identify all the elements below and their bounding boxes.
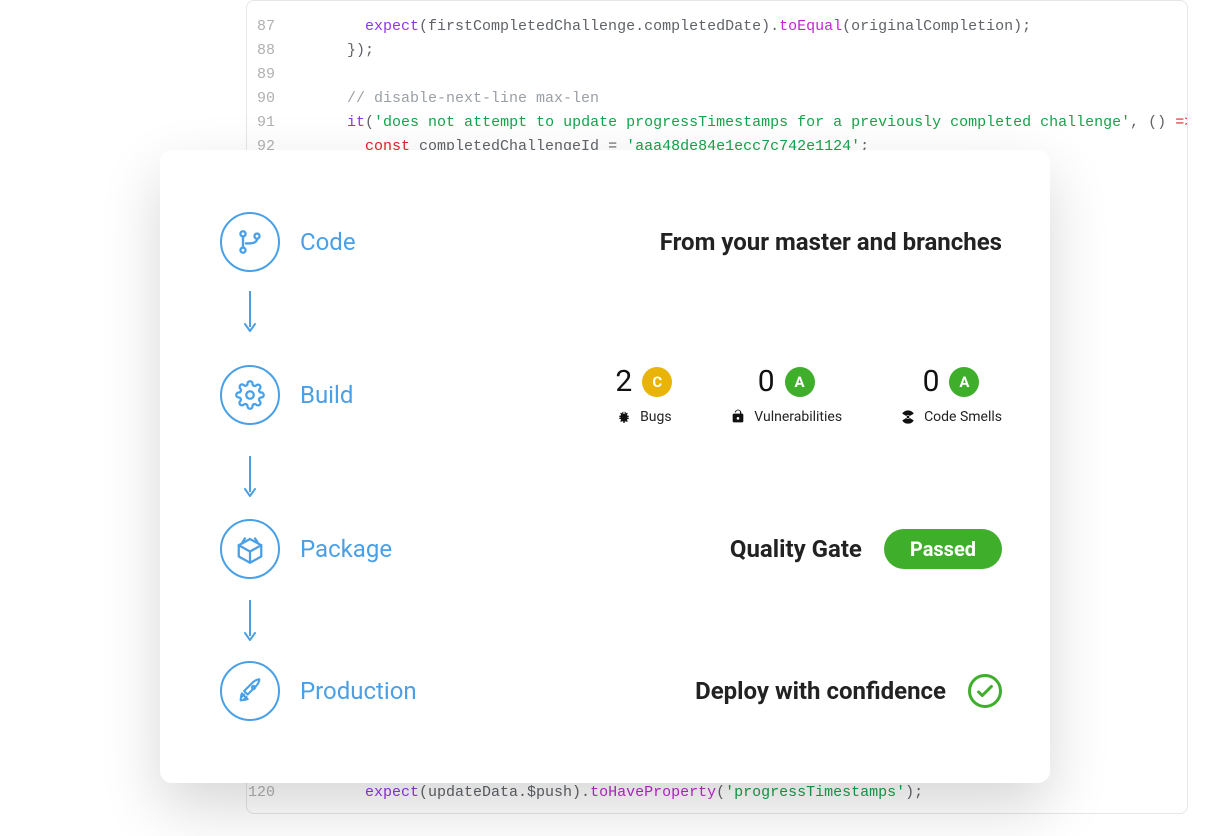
radiation-icon	[900, 409, 916, 425]
quality-gate-status: Passed	[884, 529, 1002, 569]
stage-build: Build 2CBugs0AVulnerabilities0ACode Smel…	[200, 338, 1002, 451]
check-icon	[968, 674, 1002, 708]
code-line: 91 it('does not attempt to update progre…	[247, 111, 1187, 135]
rating-badge: A	[785, 367, 815, 397]
code-line: 88 });	[247, 39, 1187, 63]
pipeline-card: Code From your master and branches Build…	[160, 150, 1050, 783]
metric: 2C Bugs	[615, 364, 672, 425]
code-line: 90 // disable-next-line max-len	[247, 87, 1187, 111]
production-tagline: Deploy with confidence	[695, 677, 946, 705]
code-tagline: From your master and branches	[660, 228, 1002, 256]
code-line: 120 expect(updateData.$push).toHavePrope…	[247, 781, 1187, 805]
code-text: it('does not attempt to update progressT…	[293, 111, 1188, 135]
lock-open-icon	[730, 409, 746, 425]
arrow-down-icon	[200, 595, 300, 647]
gear-icon	[220, 365, 280, 425]
line-number: 89	[247, 63, 293, 87]
rocket-icon	[220, 661, 280, 721]
metric: 0A Code Smells	[900, 364, 1002, 425]
box-icon	[220, 519, 280, 579]
line-number: 91	[247, 111, 293, 135]
metric-label: Bugs	[616, 409, 672, 425]
line-number: 88	[247, 39, 293, 63]
code-line: 87 expect(firstCompletedChallenge.comple…	[247, 15, 1187, 39]
line-number: 87	[247, 15, 293, 39]
stage-code: Code From your master and branches	[200, 198, 1002, 286]
code-text: });	[293, 39, 374, 63]
arrow-down-icon	[200, 451, 300, 503]
metric-label: Vulnerabilities	[730, 409, 842, 425]
quality-gate-label: Quality Gate	[730, 535, 862, 563]
metric-count: 0	[758, 364, 775, 399]
metric-count: 2	[615, 364, 632, 399]
branch-icon	[220, 212, 280, 272]
code-block-top: 87 expect(firstCompletedChallenge.comple…	[247, 15, 1187, 159]
stage-title: Production	[300, 677, 480, 705]
rating-badge: A	[949, 367, 979, 397]
stage-title: Code	[300, 228, 480, 256]
build-metrics: 2CBugs0AVulnerabilities0ACode Smells	[480, 364, 1002, 425]
code-text: expect(updateData.$push).toHaveProperty(…	[293, 781, 923, 805]
code-text: expect(firstCompletedChallenge.completed…	[293, 15, 1031, 39]
arrow-down-icon	[200, 286, 300, 338]
rating-badge: C	[642, 367, 672, 397]
stage-production: Production Deploy with confidence	[200, 647, 1002, 735]
bug-icon	[616, 409, 632, 425]
code-text: // disable-next-line max-len	[293, 87, 599, 111]
metric: 0A Vulnerabilities	[730, 364, 842, 425]
stage-package: Package Quality Gate Passed	[200, 503, 1002, 595]
stage-title: Package	[300, 535, 480, 563]
code-line: 89	[247, 63, 1187, 87]
line-number: 90	[247, 87, 293, 111]
stage-title: Build	[300, 381, 480, 409]
metric-count: 0	[923, 364, 940, 399]
metric-label: Code Smells	[900, 409, 1002, 425]
line-number: 120	[247, 781, 293, 805]
